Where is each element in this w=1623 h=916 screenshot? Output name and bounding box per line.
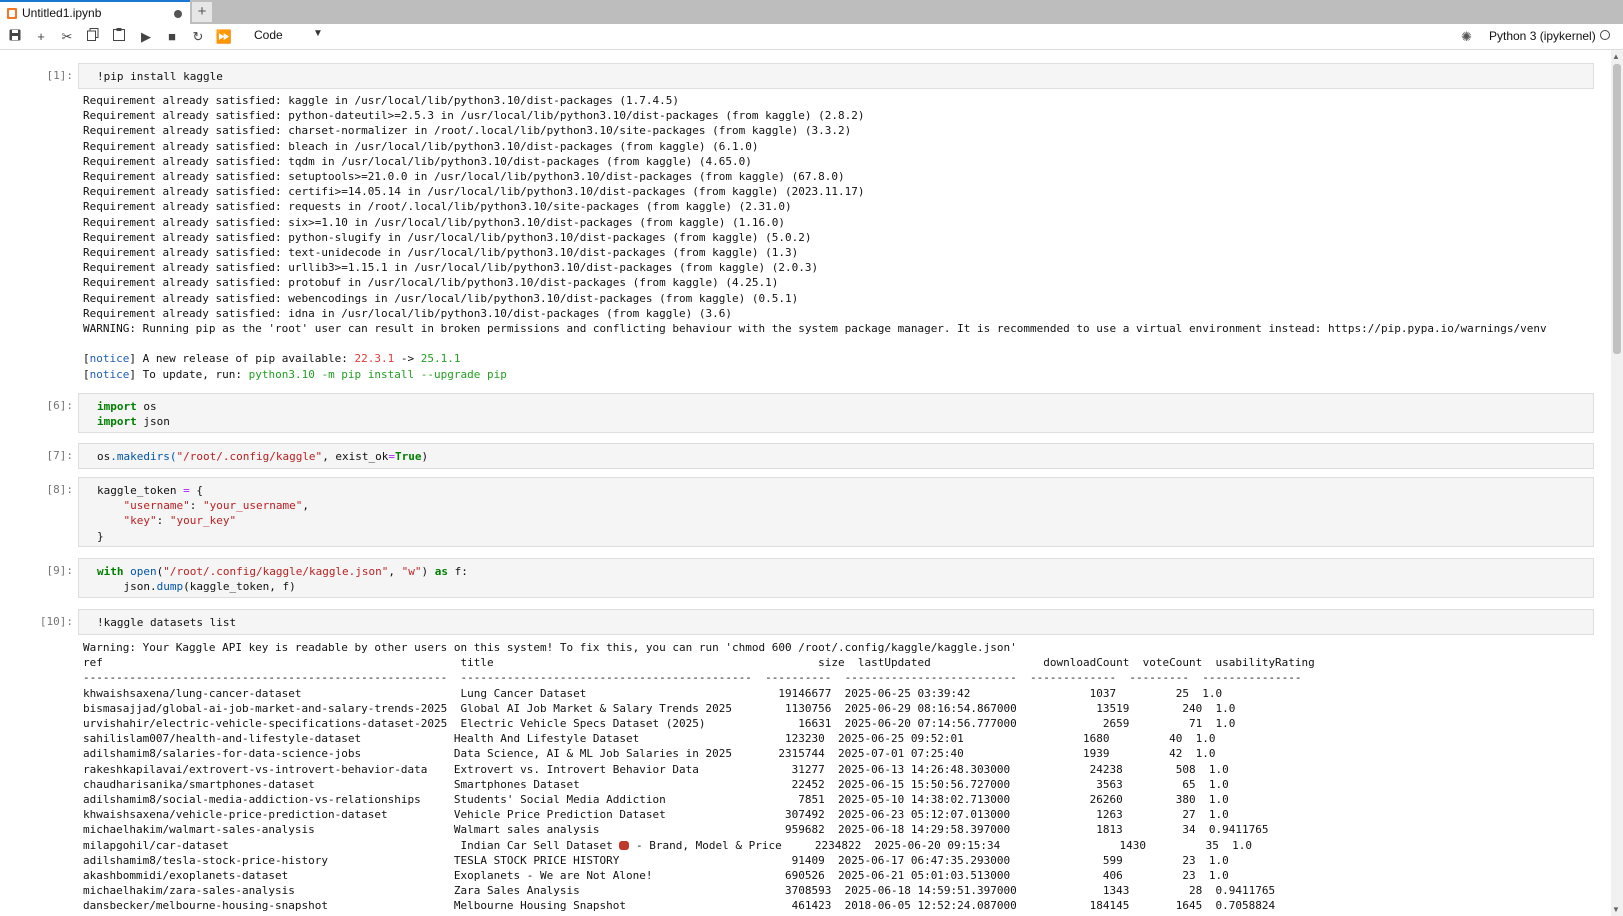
car-emoji-icon — [619, 840, 630, 850]
code-cell[interactable]: import os import json — [78, 393, 1594, 433]
debugger-icon[interactable]: ✺ — [1461, 29, 1472, 45]
output-line: Requirement already satisfied: python-sl… — [83, 230, 812, 244]
notice-line: [notice] To update, run: python3.10 -m p… — [83, 367, 507, 381]
table-row: adilshamim8/tesla-stock-price-history TE… — [83, 853, 1229, 867]
output-line: Requirement already satisfied: python-da… — [83, 109, 865, 123]
table-row: bismasajjad/global-ai-job-market-and-sal… — [83, 701, 1236, 715]
copy-icon[interactable] — [83, 27, 103, 47]
output-line: Requirement already satisfied: six>=1.10… — [83, 215, 785, 229]
api-key-warning: Warning: Your Kaggle API key is readable… — [83, 641, 1017, 654]
cell-prompt: [10]: — [39, 615, 73, 628]
table-row: milapgohil/car-dataset Indian Car Sell D… — [83, 838, 1252, 852]
table-row: rakeshkapilavai/extrovert-vs-introvert-b… — [83, 762, 1229, 776]
table-row: adilshamim8/social-media-addiction-vs-re… — [83, 793, 1229, 807]
output-line: Requirement already satisfied: requests … — [83, 200, 792, 214]
chevron-down-icon[interactable]: ▼ — [313, 28, 323, 39]
arrow-text: -> — [394, 352, 421, 366]
output-line: Requirement already satisfied: certifi>=… — [83, 185, 865, 199]
code-text: os.makedirs("/root/.config/kaggle", exis… — [97, 450, 429, 463]
output-line: Requirement already satisfied: text-unid… — [83, 246, 799, 260]
code-cell[interactable]: kaggle_token = { "username": "your_usern… — [78, 477, 1594, 547]
scroll-up-icon[interactable]: ▲ — [1612, 52, 1620, 61]
output-line: Requirement already satisfied: bleach in… — [83, 139, 759, 153]
cell-prompt: [9]: — [46, 564, 74, 577]
unsaved-dot-icon[interactable] — [174, 10, 182, 18]
output-line: Requirement already satisfied: charset-n… — [83, 124, 852, 138]
pip-warning: WARNING: Running pip as the 'root' user … — [83, 322, 1547, 336]
code-text: with open("/root/.config/kaggle/kaggle.j… — [97, 565, 468, 594]
save-icon[interactable] — [5, 27, 25, 47]
cell-type-select[interactable]: Code — [254, 28, 283, 42]
cell-prompt: [1]: — [46, 69, 74, 82]
cell-prompt: [7]: — [46, 449, 74, 462]
kernel-name[interactable]: Python 3 (ipykernel) — [1489, 29, 1596, 43]
pip-output-lines: Requirement already satisfied: kaggle in… — [83, 93, 1547, 321]
notice-tag: notice — [89, 352, 130, 366]
cell-output: Warning: Your Kaggle API key is readable… — [83, 640, 1315, 914]
table-row: dansbecker/melbourne-housing-snapshot Me… — [83, 899, 1276, 913]
new-version: 25.1.1 — [420, 352, 461, 366]
scroll-down-icon[interactable]: ▼ — [1612, 905, 1620, 914]
table-row: michaelhakim/zara-sales-analysis Zara Sa… — [83, 884, 1276, 898]
table-row: khwaishsaxena/vehicle-price-prediction-d… — [83, 808, 1229, 822]
code-text: import os import json — [97, 400, 170, 429]
notice-text: To update, run: — [136, 367, 249, 381]
notebook-tab[interactable]: Untitled1.ipynb — [0, 0, 190, 24]
code-text: !kaggle datasets list — [97, 616, 237, 629]
output-line: Requirement already satisfied: tqdm in /… — [83, 154, 752, 168]
output-line: Requirement already satisfied: setuptool… — [83, 170, 845, 184]
scrollbar[interactable]: ▲ ▼ — [1611, 50, 1623, 916]
stop-icon[interactable]: ■ — [162, 27, 182, 47]
output-line: Requirement already satisfied: idna in /… — [83, 306, 733, 320]
insert-cell-icon[interactable]: + — [31, 27, 51, 47]
code-text: !pip install kaggle — [97, 70, 223, 83]
code-cell[interactable]: os.makedirs("/root/.config/kaggle", exis… — [78, 443, 1594, 469]
blank-line — [83, 336, 1547, 351]
old-version: 22.3.1 — [354, 352, 395, 366]
code-cell[interactable]: !kaggle datasets list — [78, 609, 1594, 635]
dataset-rows: khwaishsaxena/lung-cancer-dataset Lung C… — [83, 686, 1315, 914]
output-line: Requirement already satisfied: protobuf … — [83, 276, 779, 290]
table-row: michaelhakim/walmart-sales-analysis Walm… — [83, 823, 1269, 837]
cell-prompt: [8]: — [46, 483, 74, 496]
table-row: khwaishsaxena/lung-cancer-dataset Lung C… — [83, 686, 1223, 700]
code-cell[interactable]: with open("/root/.config/kaggle/kaggle.j… — [78, 558, 1594, 598]
notice-line: [notice] A new release of pip available:… — [83, 352, 461, 366]
run-icon[interactable]: ▶ — [136, 27, 156, 47]
table-row: chaudharisanika/smartphones-dataset Smar… — [83, 777, 1229, 791]
table-row: akashbommidi/exoplanets-dataset Exoplane… — [83, 869, 1229, 883]
output-line: Requirement already satisfied: webencodi… — [83, 291, 799, 305]
notebook-icon — [7, 8, 17, 19]
restart-run-all-icon[interactable]: ⏩ — [214, 27, 234, 47]
scroll-thumb[interactable] — [1613, 64, 1621, 354]
output-line: Requirement already satisfied: urllib3>=… — [83, 261, 819, 275]
notebook-toolbar: + ✂ ▶ ■ ↻ ⏩ Code ▼ ✺ Python 3 (ipykernel… — [0, 24, 1623, 50]
notice-text: A new release of pip available: — [136, 352, 355, 366]
cell-prompt: [6]: — [46, 399, 74, 412]
upgrade-command: python3.10 -m pip install --upgrade pip — [248, 367, 507, 381]
tab-title: Untitled1.ipynb — [22, 6, 102, 20]
table-rule: ----------------------------------------… — [83, 671, 1302, 685]
paste-icon[interactable] — [109, 27, 129, 47]
code-cell[interactable]: !pip install kaggle — [78, 63, 1594, 89]
kernel-status-icon — [1600, 30, 1610, 40]
cut-icon[interactable]: ✂ — [57, 27, 77, 47]
table-row: adilshamim8/salaries-for-data-science-jo… — [83, 747, 1216, 761]
cell-output: Requirement already satisfied: kaggle in… — [83, 93, 1547, 382]
tab-bar: Untitled1.ipynb + — [0, 0, 1623, 24]
new-tab-button[interactable]: + — [192, 2, 212, 22]
table-row: sahilislam007/health-and-lifestyle-datas… — [83, 732, 1216, 746]
restart-icon[interactable]: ↻ — [188, 27, 208, 47]
notice-tag: notice — [89, 367, 130, 381]
table-row: urvishahir/electric-vehicle-specificatio… — [83, 717, 1236, 731]
table-header: ref title size lastUpdated downloadCount… — [83, 656, 1315, 670]
code-text: kaggle_token = { "username": "your_usern… — [97, 484, 309, 543]
output-line: Requirement already satisfied: kaggle in… — [83, 94, 680, 107]
